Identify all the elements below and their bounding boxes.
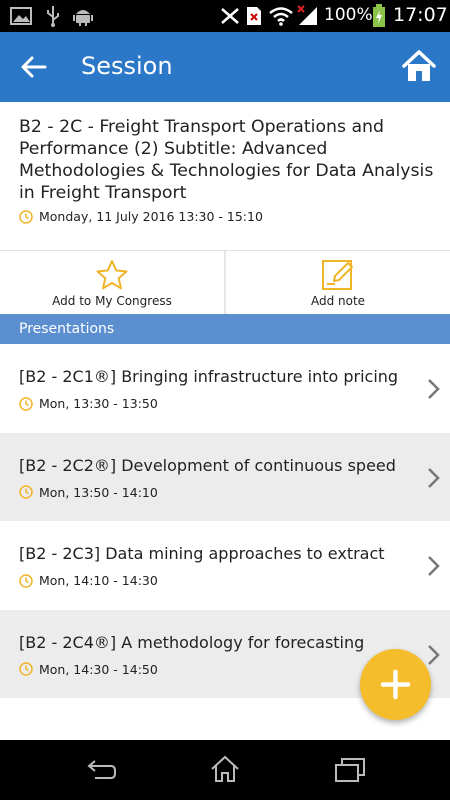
- back-nav-icon[interactable]: [85, 758, 117, 782]
- session-datetime-text: Monday, 11 July 2016 13:30 - 15:10: [39, 209, 263, 224]
- add-to-congress-label: Add to My Congress: [52, 294, 172, 308]
- add-fab-button[interactable]: [360, 649, 431, 720]
- presentation-title: [B2 - 2C2®] Development of continuous sp…: [19, 455, 396, 475]
- clock-time: 17:07: [393, 4, 448, 26]
- presentation-time: Mon, 14:30 - 14:50: [19, 662, 158, 677]
- session-datetime: Monday, 11 July 2016 13:30 - 15:10: [19, 209, 263, 224]
- presentation-time-text: Mon, 14:10 - 14:30: [39, 573, 158, 588]
- sim-icon: [247, 7, 261, 25]
- presentation-row[interactable]: [B2 - 2C1®] Bringing infrastructure into…: [0, 344, 450, 433]
- battery-icon: [373, 4, 385, 27]
- home-icon[interactable]: [402, 49, 436, 83]
- presentation-time-text: Mon, 13:30 - 13:50: [39, 396, 158, 411]
- page-title: Session: [81, 52, 173, 80]
- battery-percent: 100%: [324, 5, 373, 25]
- clock-icon: [19, 209, 33, 224]
- presentations-header: Presentations: [0, 314, 450, 344]
- presentation-title: [B2 - 2C3] Data mining approaches to ext…: [19, 544, 385, 563]
- session-title: B2 - 2C - Freight Transport Operations a…: [19, 117, 434, 203]
- presentation-time: Mon, 14:10 - 14:30: [19, 573, 158, 588]
- note-edit-icon: [322, 260, 353, 290]
- system-nav-bar: [0, 740, 450, 800]
- recents-nav-icon[interactable]: [334, 757, 366, 783]
- presentation-time: Mon, 13:30 - 13:50: [19, 396, 158, 411]
- add-note-label: Add note: [310, 294, 366, 308]
- presentations-list: [B2 - 2C1®] Bringing infrastructure into…: [0, 344, 450, 698]
- clock-icon: [19, 573, 33, 588]
- wifi-icon: [269, 7, 293, 26]
- presentation-title: [B2 - 2C4®] A methodology for forecastin…: [19, 632, 365, 652]
- content: B2 - 2C - Freight Transport Operations a…: [0, 102, 450, 740]
- presentation-title: [B2 - 2C1®] Bringing infrastructure into…: [19, 367, 399, 386]
- plus-icon: [380, 669, 411, 700]
- clock-icon: [19, 485, 33, 499]
- signal-icon: [297, 5, 317, 25]
- presentation-time: Mon, 13:50 - 14:10: [19, 485, 158, 500]
- presentation-time-text: Mon, 13:50 - 14:10: [39, 484, 158, 500]
- home-nav-icon[interactable]: [210, 755, 240, 783]
- image-icon: [10, 7, 32, 25]
- back-arrow-icon[interactable]: [18, 51, 50, 83]
- app-bar: Session: [0, 32, 450, 102]
- add-note-button[interactable]: Add note: [226, 251, 450, 315]
- chevron-right-icon: [428, 556, 440, 576]
- presentation-time-text: Mon, 14:30 - 14:50: [39, 661, 158, 677]
- clock-icon: [19, 662, 33, 676]
- session-header: B2 - 2C - Freight Transport Operations a…: [0, 102, 450, 250]
- clock-icon: [19, 396, 33, 411]
- session-actions: Add to My Congress Add note: [0, 250, 450, 315]
- chevron-right-icon: [428, 644, 440, 665]
- android-icon: [73, 10, 93, 26]
- mute-icon: [221, 8, 239, 24]
- chevron-right-icon: [428, 379, 440, 399]
- star-icon: [96, 260, 128, 290]
- presentation-row[interactable]: [B2 - 2C3] Data mining approaches to ext…: [0, 521, 450, 610]
- status-bar: 100% 17:07: [0, 0, 450, 32]
- presentation-row[interactable]: [B2 - 2C2®] Development of continuous sp…: [0, 432, 450, 521]
- usb-icon: [47, 6, 59, 27]
- chevron-right-icon: [428, 467, 440, 488]
- add-to-congress-button[interactable]: Add to My Congress: [0, 251, 224, 315]
